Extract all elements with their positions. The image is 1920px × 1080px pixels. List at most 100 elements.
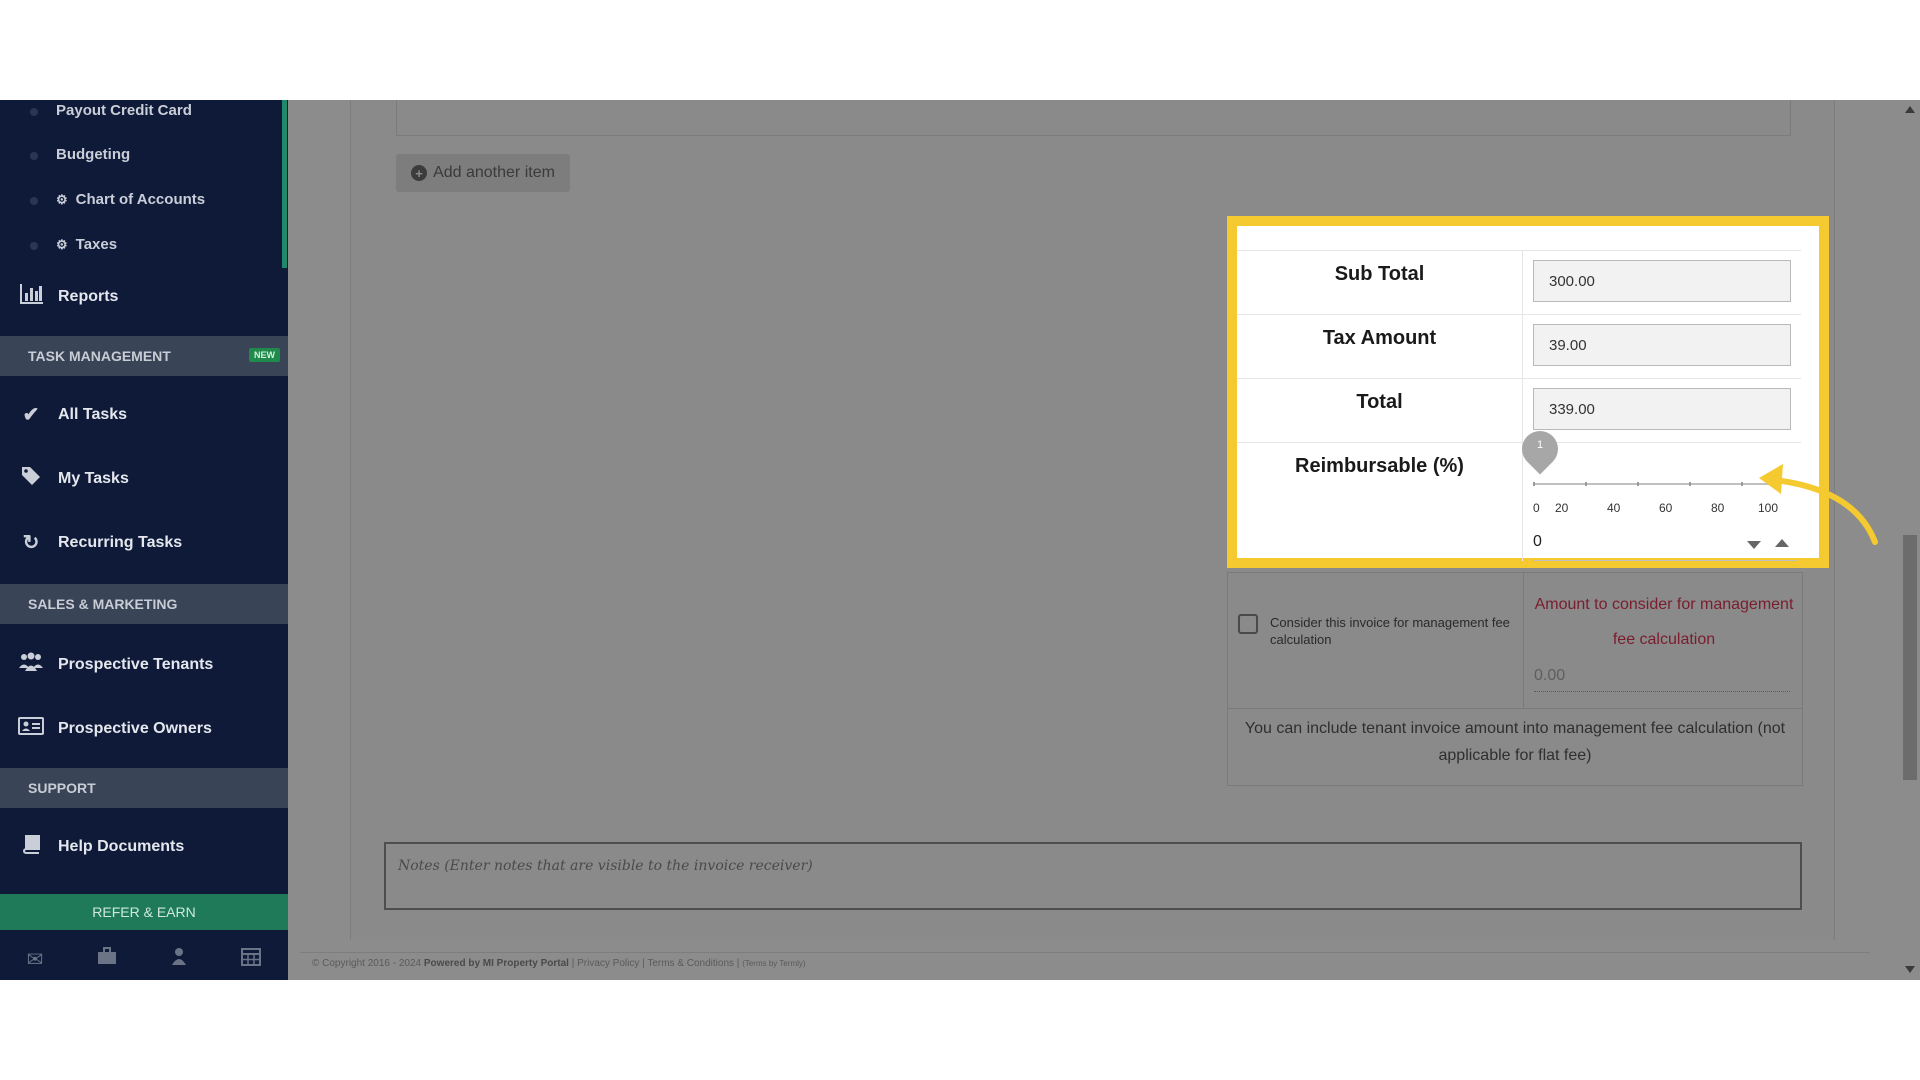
notes-textarea[interactable]: Notes (Enter notes that are visible to t… — [384, 842, 1802, 910]
scroll-up-arrow-icon[interactable] — [1905, 106, 1915, 113]
sidebar-item-budgeting[interactable]: Budgeting — [56, 146, 130, 163]
slider-tick — [1689, 482, 1691, 486]
reimbursable-value: 0 — [1533, 533, 1542, 550]
sidebar-item-label: Help Documents — [58, 838, 185, 855]
sidebar-item-label: All Tasks — [58, 405, 128, 423]
footer-copyright: © Copyright 2016 - 2024 — [312, 958, 422, 969]
check-icon: ✔ — [22, 404, 40, 426]
sidebar-item-help-documents[interactable]: Help Documents — [18, 834, 184, 860]
users-icon — [18, 652, 44, 678]
sidebar-item-label: Recurring Tasks — [58, 533, 183, 551]
id-card-icon — [18, 716, 44, 742]
sidebar-item-recurring-tasks[interactable]: ↻ Recurring Tasks — [18, 530, 183, 555]
sidebar-item-reports[interactable]: Reports — [18, 284, 118, 310]
tree-dot — [30, 108, 38, 116]
totals-panel: Sub Total 300.00 Tax Amount 39.00 Total … — [1237, 226, 1819, 561]
add-another-item-button[interactable]: + Add another item — [396, 154, 570, 192]
tree-dot — [30, 152, 38, 160]
section-sales-marketing: SALES & MARKETING — [0, 584, 288, 624]
slider-handle-value: 1 — [1536, 439, 1544, 451]
refer-earn-button[interactable]: REFER & EARN — [0, 894, 288, 930]
subtotal-label: Sub Total — [1237, 251, 1523, 314]
sidebar-item-label: My Tasks — [58, 470, 129, 487]
management-fee-box: Consider this invoice for management fee… — [1227, 572, 1803, 786]
tax-amount-label: Tax Amount — [1237, 315, 1523, 378]
footer-terms-link[interactable]: Terms & Conditions — [647, 958, 734, 969]
slider-tick-label: 0 — [1533, 501, 1540, 515]
sidebar-item-all-tasks[interactable]: ✔ All Tasks — [18, 402, 127, 427]
sidebar-item-label: Payout Credit Card — [56, 102, 192, 119]
slider-tick-label: 80 — [1711, 501, 1725, 515]
sidebar-item-label: Prospective Tenants — [58, 656, 214, 673]
sidebar-item-label: Budgeting — [56, 146, 131, 163]
item-description-box[interactable] — [396, 100, 1791, 136]
slider-tick — [1637, 482, 1639, 486]
reimbursable-slider[interactable] — [1533, 482, 1777, 486]
scrollbar-thumb[interactable] — [1903, 535, 1917, 780]
sidebar-item-label: Prospective Owners — [58, 720, 212, 737]
footer-powered-by[interactable]: Powered by MI Property Portal — [424, 958, 569, 969]
user-icon[interactable] — [170, 947, 188, 971]
footer: © Copyright 2016 - 2024 Powered by MI Pr… — [312, 958, 806, 969]
sidebar-item-label: Reports — [58, 288, 119, 305]
section-task-management: TASK MANAGEMENT NEW — [0, 336, 288, 376]
viewport: Payout Credit Card Budgeting ⚙ Chart of … — [0, 100, 1920, 980]
scrollbar[interactable] — [1900, 100, 1920, 980]
refresh-icon: ↻ — [22, 532, 40, 554]
sidebar-item-prospective-owners[interactable]: Prospective Owners — [18, 716, 212, 742]
sidebar-item-prospective-tenants[interactable]: Prospective Tenants — [18, 652, 213, 678]
tax-row: Tax Amount 39.00 — [1237, 315, 1801, 379]
sidebar: Payout Credit Card Budgeting ⚙ Chart of … — [0, 100, 288, 980]
plus-circle-icon: + — [411, 165, 428, 181]
reimbursable-label: Reimbursable (%) — [1237, 443, 1523, 561]
footer-divider — [300, 952, 1870, 953]
sidebar-bottom-toolbar: ✉ — [0, 938, 288, 980]
tree-dot — [30, 242, 38, 250]
scroll-down-arrow-icon[interactable] — [1905, 966, 1915, 973]
sidebar-active-indicator — [282, 100, 287, 268]
section-title: SALES & MARKETING — [28, 596, 178, 612]
sidebar-item-chart-of-accounts[interactable]: ⚙ Chart of Accounts — [56, 191, 205, 208]
section-title: SUPPORT — [28, 780, 96, 796]
management-fee-amount-field[interactable]: 0.00 — [1534, 667, 1790, 692]
sidebar-item-payout-credit-card[interactable]: Payout Credit Card — [56, 102, 192, 119]
bar-chart-icon — [18, 284, 44, 310]
briefcase-icon[interactable] — [97, 947, 117, 971]
total-field: 339.00 — [1533, 388, 1791, 430]
slider-tick — [1533, 482, 1535, 486]
annotation-arrow-icon — [1759, 464, 1878, 545]
subtotal-row: Sub Total 300.00 — [1237, 251, 1801, 315]
tag-icon — [18, 466, 44, 492]
management-fee-checkbox[interactable] — [1238, 614, 1258, 634]
reimbursable-row: Reimbursable (%) 1 0 20 40 60 80 100 0 — [1237, 423, 1801, 561]
sidebar-item-label: Taxes — [75, 236, 118, 253]
management-fee-row: Consider this invoice for management fee… — [1228, 573, 1802, 709]
slider-tick-label: 20 — [1555, 501, 1569, 515]
management-fee-note: You can include tenant invoice amount in… — [1244, 720, 1786, 764]
management-fee-checkbox-label: Consider this invoice for management fee… — [1270, 615, 1510, 647]
slider-tick — [1585, 482, 1587, 486]
subtotal-field: 300.00 — [1533, 260, 1791, 302]
slider-tick-label: 40 — [1607, 501, 1621, 515]
tax-amount-field: 39.00 — [1533, 324, 1791, 366]
total-row: Total 339.00 — [1237, 379, 1801, 443]
calendar-icon[interactable] — [241, 946, 262, 972]
slider-tick-label: 60 — [1659, 501, 1673, 515]
mail-icon[interactable]: ✉ — [27, 947, 44, 972]
new-badge: NEW — [249, 348, 280, 362]
sidebar-item-my-tasks[interactable]: My Tasks — [18, 466, 129, 492]
total-label: Total — [1237, 379, 1523, 442]
gear-icon: ⚙ — [56, 191, 68, 207]
totals-table: Sub Total 300.00 Tax Amount 39.00 Total … — [1237, 250, 1801, 561]
sidebar-item-label: Chart of Accounts — [75, 191, 206, 208]
footer-termly-link[interactable]: (Terms by Termly) — [742, 959, 805, 968]
gear-icon: ⚙ — [56, 236, 68, 252]
book-icon — [18, 834, 44, 860]
sidebar-item-taxes[interactable]: ⚙ Taxes — [56, 236, 117, 253]
add-item-label: Add another item — [433, 164, 555, 181]
slider-tick — [1741, 482, 1743, 486]
management-fee-amount-label: Amount to consider for management fee ca… — [1534, 596, 1794, 648]
totals-highlight-frame: Sub Total 300.00 Tax Amount 39.00 Total … — [1227, 216, 1829, 568]
tree-dot — [30, 197, 38, 205]
footer-privacy-link[interactable]: Privacy Policy — [577, 958, 639, 969]
